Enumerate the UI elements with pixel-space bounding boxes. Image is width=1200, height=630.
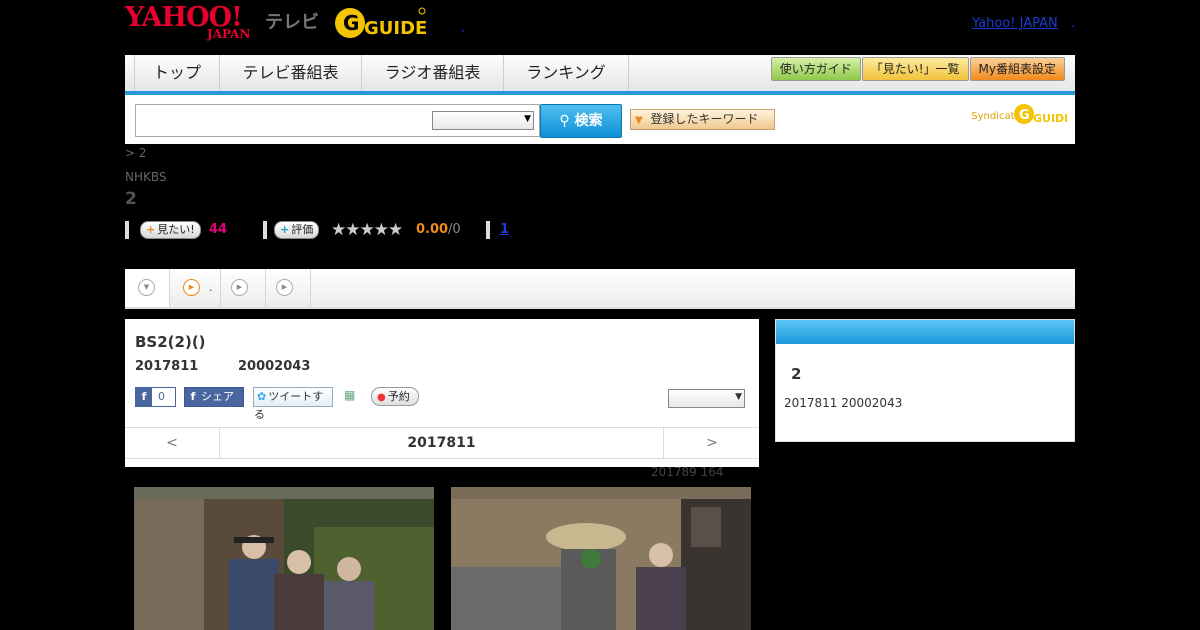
facebook-like-button[interactable]: f0 <box>135 387 176 407</box>
rating-stars: ★★★★★ <box>331 220 403 240</box>
date-navigator: < 2017811 > <box>125 427 759 459</box>
sidebar-header <box>776 320 1074 344</box>
content-tabs: ▼ ▶ . ▶ ▶ <box>125 269 1075 309</box>
svg-text:G: G <box>343 11 359 35</box>
search-icon: ⚲ <box>559 113 570 129</box>
play-icon: ▶ <box>183 279 200 296</box>
previous-broadcast-info: 201789 164 <box>651 465 724 479</box>
play-icon: ▶ <box>231 279 248 296</box>
facebook-share-label: シェア <box>201 390 234 403</box>
nav-tab-top[interactable]: トップ <box>135 55 220 91</box>
stats-divider <box>486 221 490 239</box>
sidebar-box: 2 2017811 20002043 <box>775 319 1075 442</box>
usage-guide-button[interactable]: 使い方ガイド <box>770 57 861 81</box>
tab-2-label: . <box>209 281 213 294</box>
program-photo[interactable] <box>134 487 434 630</box>
sidebar-date-time: 2017811 20002043 <box>784 396 903 410</box>
current-date: 2017811 <box>407 435 476 451</box>
rate-button[interactable]: + 評価 <box>274 221 320 239</box>
previous-date-button[interactable]: < <box>125 428 220 458</box>
search-category-select[interactable]: ▼ <box>432 111 534 130</box>
reserve-button[interactable]: ● 予約 <box>371 387 419 406</box>
dropdown-arrow-icon: ▼ <box>735 392 742 402</box>
stats-divider <box>263 221 267 239</box>
g-guide-small-logo: G GUIDE <box>1013 102 1072 126</box>
program-photo[interactable] <box>451 487 751 630</box>
registered-keywords-button[interactable]: ▼ 登録したキーワード <box>630 109 775 130</box>
search-button-label: 検索 <box>574 113 603 129</box>
twitter-bird-icon: ✿ <box>257 390 267 403</box>
header-trailing-dot: . <box>1071 16 1076 31</box>
broadcast-date: 2017811 <box>135 359 199 374</box>
program-stats: + 見たい! 44 + 評価 ★★★★★ 0.00 /0 1 <box>125 220 545 240</box>
triangle-down-icon: ▼ <box>635 115 643 126</box>
plus-icon: + <box>280 223 290 236</box>
want-button-label: 見たい! <box>157 223 195 236</box>
registered-keywords-label: 登録したキーワード <box>650 112 759 126</box>
plus-icon: + <box>146 223 156 236</box>
nav-lead-divider <box>125 55 135 91</box>
calendar-add-icon[interactable]: ▦ <box>344 388 358 402</box>
svg-text:GUIDE: GUIDE <box>364 18 426 39</box>
g-guide-logo: G GUIDE <box>334 6 427 40</box>
svg-text:G: G <box>1019 108 1030 123</box>
want-list-button[interactable]: 「見たい!」一覧 <box>861 57 969 81</box>
svg-text:GUIDE: GUIDE <box>1033 112 1067 125</box>
tab-3[interactable]: ▶ <box>221 269 266 307</box>
nav-tab-tv-schedule[interactable]: テレビ番組表 <box>220 55 362 91</box>
facebook-icon: f <box>190 390 196 403</box>
want-button[interactable]: + 見たい! <box>140 221 201 239</box>
broadcast-title: BS2(2)() <box>135 333 206 351</box>
broadcast-time: 20002043 <box>238 359 311 374</box>
sidebar-title: 2 <box>791 365 802 383</box>
main-nav: トップ テレビ番組表 ラジオ番組表 ランキング 使い方ガイド 「見たい!」一覧 … <box>125 55 1075 95</box>
rating-count: /0 <box>448 222 461 237</box>
chevron-down-icon: ▼ <box>138 279 155 296</box>
tab-1[interactable]: ▼ <box>125 269 170 307</box>
reserve-label: 予約 <box>387 390 410 403</box>
review-link[interactable]: 1 <box>500 222 509 237</box>
facebook-share-button[interactable]: f シェア <box>184 387 244 407</box>
tv-logo-text: テレビ <box>265 12 319 33</box>
yahoo-japan-logo-sub: JAPAN <box>207 27 251 41</box>
nav-tab-radio-schedule[interactable]: ラジオ番組表 <box>362 55 504 91</box>
facebook-like-count: 0 <box>158 390 165 403</box>
search-bar: ▼ ⚲ 検索 ▼ 登録したキーワード Syndicated G GUIDE <box>125 95 1075 144</box>
nav-tab-ranking[interactable]: ランキング <box>504 55 629 91</box>
breadcrumb: > 2 <box>125 146 147 160</box>
record-dot-icon: ● <box>377 392 386 403</box>
rate-button-label: 評価 <box>291 223 314 236</box>
want-count: 44 <box>209 222 228 237</box>
program-title: 2 <box>125 189 137 209</box>
yahoo-japan-link[interactable]: Yahoo! JAPAN <box>972 16 1058 31</box>
header-separator: , <box>461 20 465 34</box>
stats-divider <box>125 221 129 239</box>
play-icon: ▶ <box>276 279 293 296</box>
next-date-button[interactable]: > <box>663 428 760 458</box>
tab-4[interactable]: ▶ <box>266 269 311 307</box>
recorder-select[interactable]: ▼ <box>668 389 745 408</box>
tab-2[interactable]: ▶ . <box>170 269 221 307</box>
facebook-icon: f <box>136 388 152 406</box>
rating-value: 0.00 <box>416 222 449 237</box>
broadcast-info: BS2(2)() 2017811 20002043 f0 f シェア ✿ ツイートす… <box>125 319 759 467</box>
search-button[interactable]: ⚲ 検索 <box>540 104 622 138</box>
channel-name: NHKBS <box>125 170 167 184</box>
my-schedule-settings-button[interactable]: My番組表設定 <box>969 57 1065 81</box>
dropdown-arrow-icon: ▼ <box>524 114 531 124</box>
tweet-button[interactable]: ✿ ツイートする <box>253 387 333 421</box>
